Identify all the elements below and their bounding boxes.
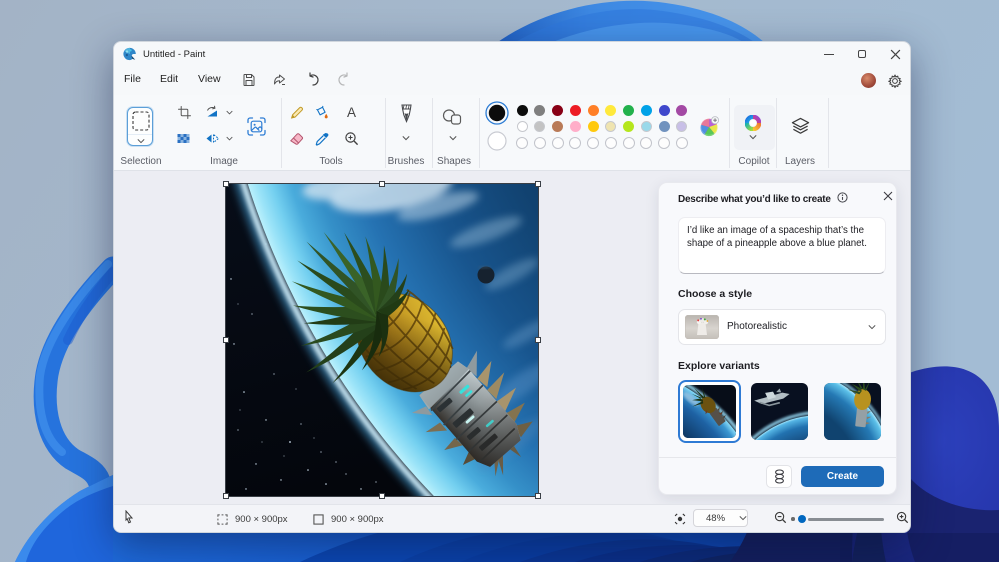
svg-text:A: A xyxy=(347,105,356,119)
